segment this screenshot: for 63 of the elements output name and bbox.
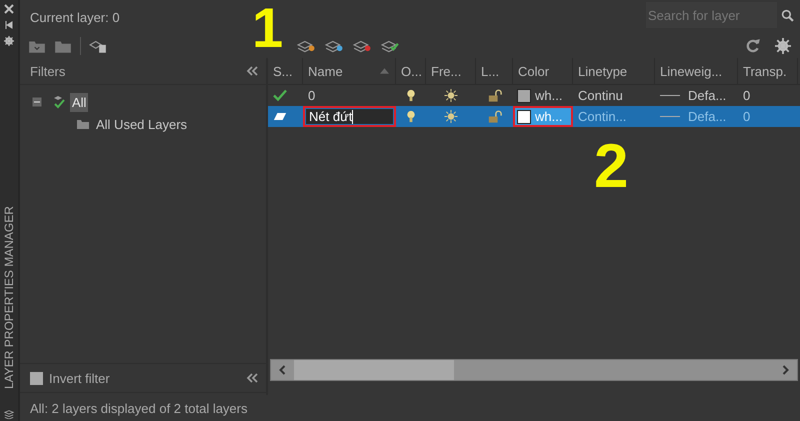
lineweight-line (660, 95, 680, 96)
layer-name: 0 (308, 88, 316, 103)
column-header[interactable]: S... (268, 58, 303, 84)
sun-icon[interactable] (444, 89, 458, 102)
color-name: wh... (535, 109, 562, 124)
folder-icon (76, 117, 90, 131)
padlock-icon[interactable] (488, 89, 502, 102)
horizontal-scrollbar[interactable] (270, 359, 798, 381)
search-icon[interactable] (781, 8, 794, 22)
settings-icon[interactable] (4, 36, 14, 46)
close-icon[interactable] (4, 4, 14, 14)
lineweight: Defa... (688, 109, 726, 124)
color-swatch[interactable] (517, 110, 531, 124)
tree-item[interactable]: All Used Layers (94, 114, 190, 134)
status-text: All: 2 layers displayed of 2 total layers (29, 400, 248, 418)
transparency: 0 (743, 88, 750, 103)
search-field[interactable]: Search for layer (646, 2, 777, 28)
refresh-icon[interactable] (744, 38, 762, 54)
column-header[interactable]: Fre... (426, 58, 476, 84)
layer-icon (273, 110, 287, 123)
column-header[interactable]: Transp. (738, 58, 798, 84)
filter-icon (52, 95, 66, 109)
tree-toggle-icon[interactable] (32, 97, 42, 107)
new-layer-icon[interactable] (297, 38, 315, 54)
palette-title: LAYER PROPERTIES MANAGER (2, 206, 16, 392)
scroll-left-icon[interactable] (279, 365, 286, 375)
tree-item[interactable]: All (70, 92, 88, 112)
sun-icon[interactable] (444, 110, 458, 123)
layer-states-icon[interactable] (89, 38, 107, 54)
lineweight-line (660, 116, 680, 117)
check-icon (273, 89, 287, 102)
transparency: 0 (743, 109, 750, 124)
delete-layer-icon[interactable] (353, 38, 371, 54)
collapse-icon[interactable] (246, 66, 258, 76)
scroll-right-icon[interactable] (782, 365, 789, 375)
layer-row[interactable]: 0 wh... Continu Defa... 0 (268, 85, 800, 106)
layer-row[interactable]: Nét đứt wh... Contin... Defa... 0 (268, 106, 800, 127)
column-header[interactable]: Lineweig... (655, 58, 738, 84)
callout-number: 1 (252, 0, 284, 56)
color-swatch[interactable] (517, 88, 531, 102)
linetype: Contin... (578, 109, 626, 124)
layer-name-field[interactable]: Nét đứt (306, 109, 393, 124)
column-header[interactable]: Color (513, 58, 573, 84)
column-header[interactable]: Name (303, 58, 396, 84)
current-layer-label: Current layer: 0 (30, 10, 120, 24)
settings-icon[interactable] (774, 38, 792, 54)
linetype: Continu (578, 88, 623, 103)
invert-filter-checkbox[interactable] (30, 372, 43, 384)
filters-title: Filters (30, 64, 66, 78)
lineweight: Defa... (688, 88, 726, 103)
scroll-thumb[interactable] (294, 360, 454, 380)
column-header[interactable]: Linetype (573, 58, 655, 84)
set-current-icon[interactable] (381, 38, 399, 54)
layers-icon (4, 409, 14, 419)
callout-number: 2 (594, 136, 628, 198)
collapse-icon[interactable] (246, 373, 258, 383)
sort-icon (380, 68, 389, 74)
padlock-icon[interactable] (488, 110, 502, 123)
new-layer-vp-icon[interactable] (325, 38, 343, 54)
column-header[interactable]: L... (476, 58, 513, 84)
invert-filter-label: Invert filter (49, 370, 111, 386)
color-name: wh... (535, 88, 562, 103)
column-header[interactable]: O... (396, 58, 426, 84)
